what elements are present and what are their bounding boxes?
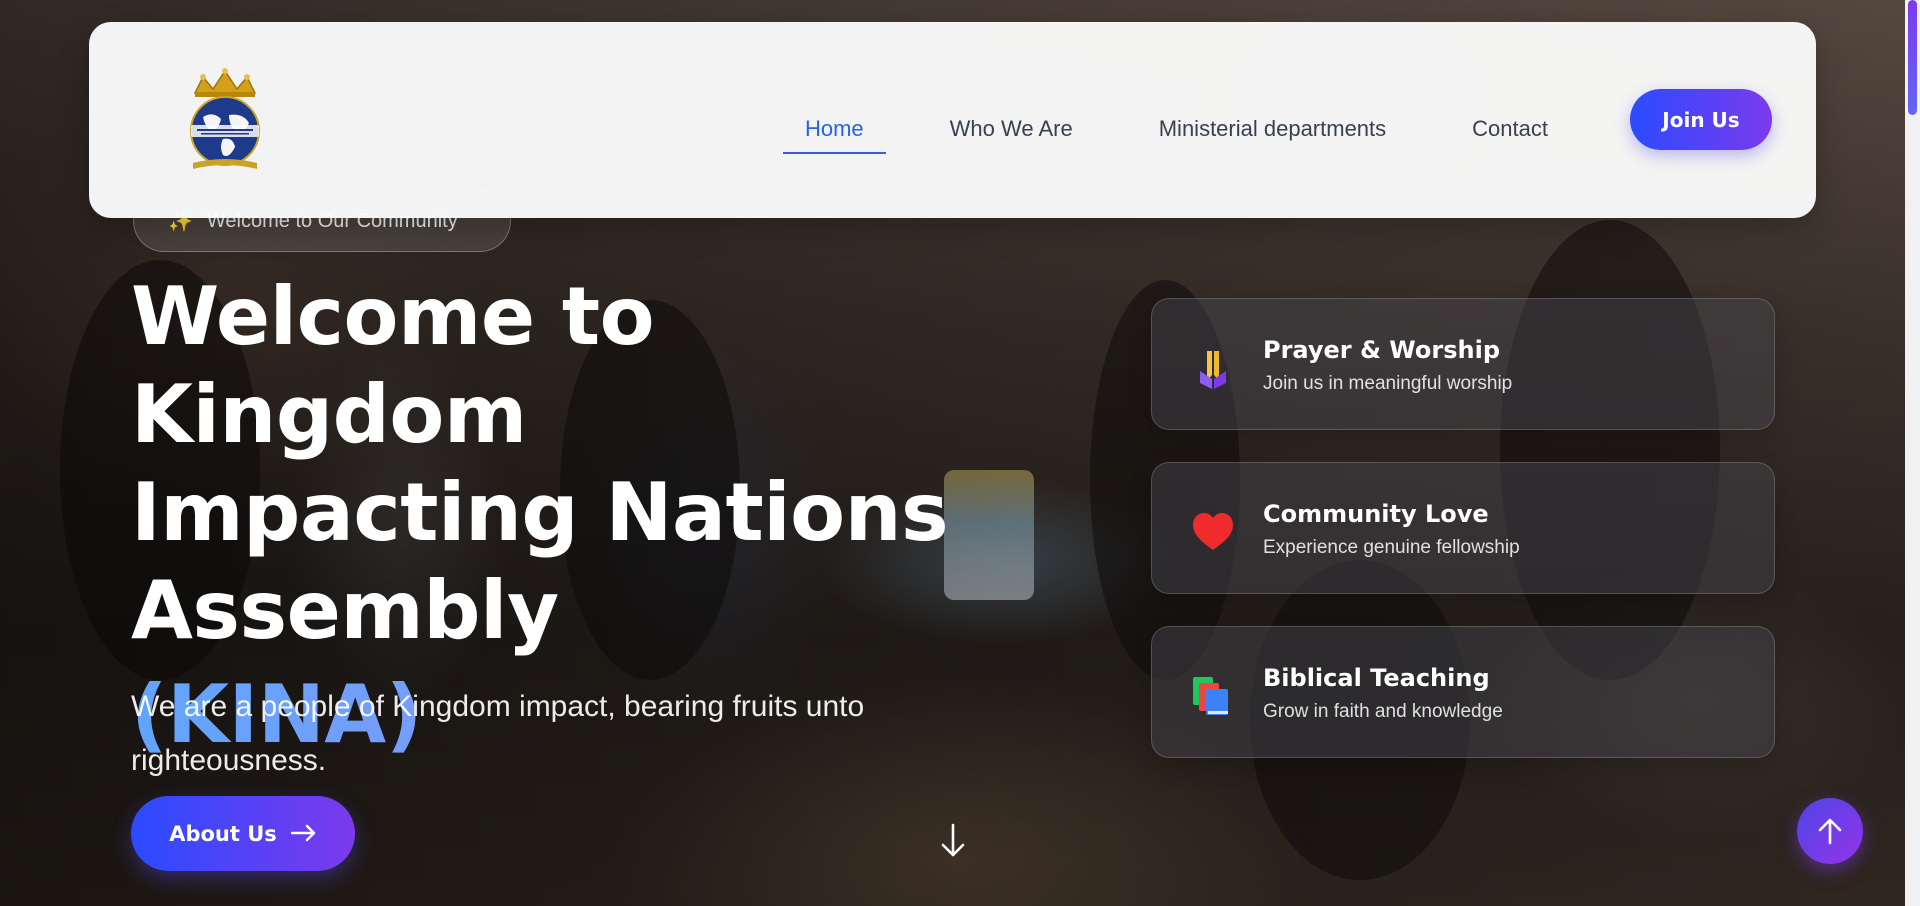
arrow-down-icon[interactable] (938, 822, 968, 860)
logo-emblem-icon (190, 68, 260, 169)
nav-links: Home Who We Are Ministerial departments … (741, 106, 1570, 156)
nav-link-ministerial-departments[interactable]: Ministerial departments (1137, 106, 1408, 156)
feature-description: Grow in faith and knowledge (1263, 701, 1503, 722)
books-icon (1190, 673, 1236, 719)
feature-title: Biblical Teaching (1263, 664, 1490, 692)
nav-link-who-we-are[interactable]: Who We Are (928, 106, 1095, 156)
scrollbar-thumb[interactable] (1908, 0, 1917, 115)
page-scrollbar[interactable] (1905, 0, 1920, 906)
back-to-top-button[interactable] (1797, 798, 1863, 864)
hero-subtitle: We are a people of Kingdom impact, beari… (131, 690, 865, 777)
arrow-up-icon (1818, 818, 1842, 845)
hero-title-line: Assembly (131, 564, 559, 657)
arrow-right-icon (290, 819, 317, 849)
feature-description: Experience genuine fellowship (1263, 537, 1520, 558)
heart-icon (1190, 509, 1236, 555)
hero-title-line: Impacting Nations (131, 466, 949, 559)
nav-link-home[interactable]: Home (782, 106, 886, 156)
feature-card-community-love[interactable]: Community Love Experience genuine fellow… (1151, 462, 1775, 594)
hero-title-line: Welcome to Kingdom (131, 270, 655, 461)
nav-link-contact[interactable]: Contact (1450, 106, 1570, 156)
feature-description: Join us in meaningful worship (1263, 373, 1513, 394)
site-logo[interactable] (173, 67, 277, 175)
feature-card-biblical-teaching[interactable]: Biblical Teaching Grow in faith and know… (1151, 626, 1775, 758)
about-us-button[interactable]: About Us (131, 796, 355, 871)
navbar: Home Who We Are Ministerial departments … (89, 22, 1816, 218)
praying-hands-icon (1190, 345, 1236, 391)
join-us-button[interactable]: Join Us (1630, 89, 1772, 150)
feature-card-prayer-worship[interactable]: Prayer & Worship Join us in meaningful w… (1151, 298, 1775, 430)
feature-title: Prayer & Worship (1263, 336, 1500, 364)
feature-title: Community Love (1263, 500, 1489, 528)
about-us-label: About Us (169, 821, 277, 846)
page: Home Who We Are Ministerial departments … (0, 0, 1920, 906)
